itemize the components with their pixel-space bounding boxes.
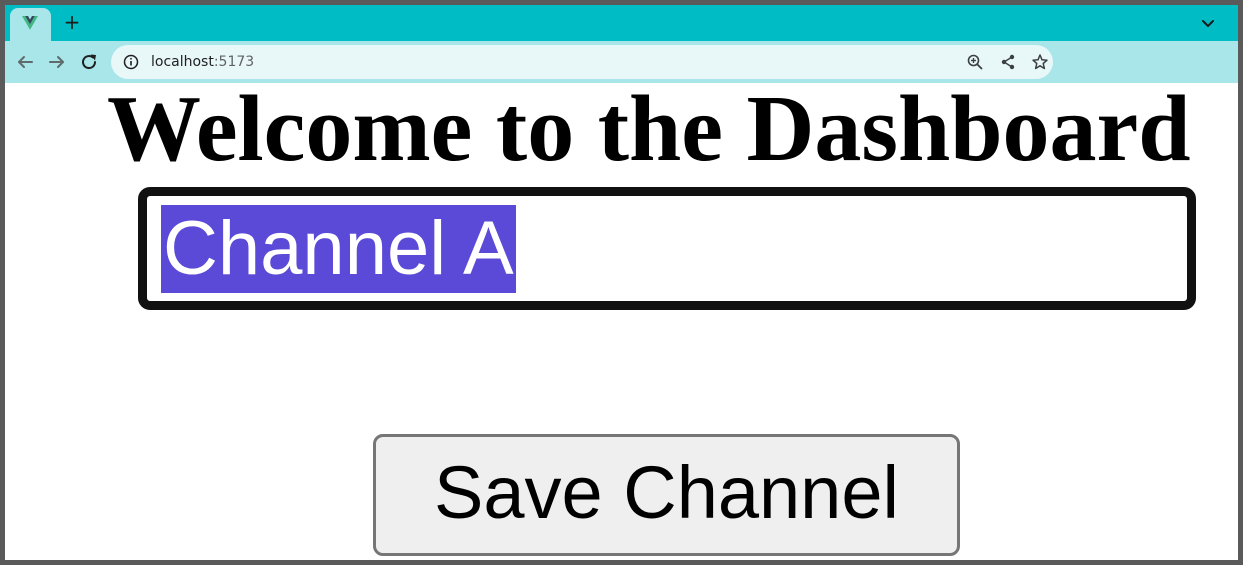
channel-name-value[interactable]: Channel A (161, 205, 516, 293)
address-bar[interactable]: localhost:5173 (111, 45, 1053, 79)
browser-tab[interactable] (10, 8, 51, 41)
new-tab-button[interactable]: + (60, 11, 84, 35)
share-icon[interactable] (999, 53, 1017, 71)
reload-icon[interactable] (76, 49, 102, 75)
url-host: localhost (151, 54, 214, 70)
channel-name-input[interactable]: Channel A (138, 187, 1196, 310)
browser-window: + localhost:5173 Welcome to the Dashboar… (5, 5, 1238, 560)
page-title: Welcome to the Dashboard (107, 77, 1191, 181)
url-text[interactable]: localhost:5173 (151, 45, 254, 79)
zoom-in-icon[interactable] (966, 53, 984, 71)
arrow-right-icon[interactable] (44, 49, 70, 75)
url-port: :5173 (213, 54, 255, 70)
save-channel-button[interactable]: Save Channel (373, 434, 960, 556)
tab-strip: + (5, 5, 1238, 41)
chevron-down-icon[interactable] (1197, 12, 1219, 34)
info-icon[interactable] (123, 54, 139, 70)
page-content: Welcome to the Dashboard Channel A Save … (5, 77, 1238, 560)
star-icon[interactable] (1031, 53, 1049, 71)
arrow-left-icon[interactable] (12, 49, 38, 75)
vue-logo-icon (22, 16, 38, 30)
